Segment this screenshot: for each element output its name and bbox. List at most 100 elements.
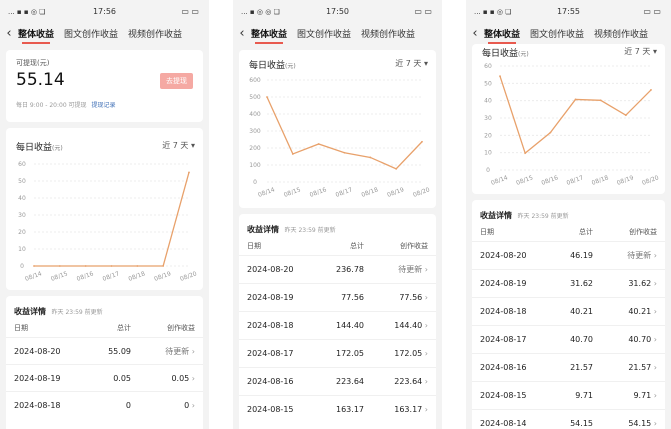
earnings-line [34,172,190,267]
date-range-select[interactable]: 近 7 天 ▾ [395,58,428,69]
row-creative-earnings: 待更新 › [398,265,428,274]
tab-video-earnings[interactable]: 视频创作收益 [128,27,182,40]
row-creative-earnings: 31.62 › [628,279,657,288]
row-total: 77.56 [341,293,364,302]
table-row[interactable]: 2024-08-19 0.05 0.05 › [6,364,203,391]
row-creative-earnings: 172.05 › [394,349,428,358]
chevron-right-icon: › [189,346,195,356]
row-date: 2024-08-16 [480,363,527,372]
x-tick-label: 08/16 [309,186,328,199]
chevron-right-icon: › [651,335,657,344]
data-point [549,131,552,134]
table-row[interactable]: 2024-08-20 55.09 待更新 › [6,337,203,364]
details-subtitle: 昨天 23:59 前更新 [284,227,336,234]
table-row[interactable]: 2024-08-19 77.56 77.56 › [239,283,436,311]
earnings-line [499,75,652,155]
chevron-right-icon: › [651,419,657,428]
table-header: 日期 总计 创作收益 [247,242,428,250]
table-row[interactable]: 2024-08-19 31.62 31.62 › [472,269,665,297]
row-date: 2024-08-20 [14,346,61,356]
chevron-right-icon: › [189,400,195,410]
data-point [84,265,87,267]
status-bar: ... ▪ ▪ ◎ ❏ 17:55 ▭ ▭ [466,0,671,22]
back-arrow-icon[interactable]: ‹ [0,26,18,41]
table-row[interactable]: 2024-08-14 54.15 54.15 › [472,409,665,429]
chevron-right-icon: › [651,251,657,260]
earnings-table: 2024-08-20 236.78 待更新 › 2024-08-19 77.56 77.5… [239,255,436,423]
data-point [58,265,61,267]
y-tick-label: 20 [484,132,492,139]
date-range-select[interactable]: 近 7 天 ▾ [162,140,195,151]
y-tick-label: 0 [253,179,257,186]
tab-article-earnings[interactable]: 图文创作收益 [297,27,351,40]
row-date: 2024-08-20 [480,251,527,260]
status-time: 17:55 [556,7,581,16]
table-row[interactable]: 2024-08-18 40.21 40.21 › [472,297,665,325]
earnings-detail-card: 收益详情 昨天 23:59 前更新 日期 总计 创作收益 2024-08-20 5… [6,296,203,429]
battery-icon: ▭ ▭ [414,7,432,16]
y-tick-label: 10 [484,150,492,157]
table-row[interactable]: 2024-08-16 223.64 223.64 › [239,367,436,395]
withdraw-button[interactable]: 去提现 [160,73,193,89]
row-creative-earnings: 40.70 › [628,335,657,344]
x-tick-label: 08/19 [386,186,405,199]
back-arrow-icon[interactable]: ‹ [233,26,251,41]
table-row[interactable]: 2024-08-18 144.40 144.40 › [239,311,436,339]
earnings-detail-card: 收益详情 昨天 23:59 前更新 日期 总计 创作收益 2024-08-20 2… [239,214,436,429]
table-row[interactable]: 2024-08-20 46.19 待更新 › [472,241,665,269]
back-arrow-icon[interactable]: ‹ [466,26,484,41]
daily-earnings-card: 每日收益(元) 近 7 天 ▾ 0 10 20 30 40 50 60 08/14 08/15 0… [6,128,203,290]
tab-video-earnings[interactable]: 视频创作收益 [361,27,415,40]
tab-video-earnings[interactable]: 视频创作收益 [594,27,648,40]
data-point [650,89,652,91]
row-date: 2024-08-18 [14,400,61,410]
data-point [499,75,501,78]
daily-earnings-card: 每日收益(元) 近 7 天 ▾ 0 10 20 30 40 50 60 08/14 08/15 0… [472,44,665,194]
data-point [266,96,268,98]
daily-earnings-chart: 0 10 20 30 40 50 60 08/14 08/15 08/16 08/17 08/18 08… [18,161,198,283]
chevron-right-icon: › [651,391,657,400]
tab-article-earnings[interactable]: 图文创作收益 [530,27,584,40]
row-date: 2024-08-17 [247,349,294,358]
table-row[interactable]: 2024-08-16 21.57 21.57 › [472,353,665,381]
tab-overall-earnings[interactable]: 整体收益 [251,27,287,44]
status-time: 17:56 [92,7,117,16]
x-tick-label: 08/14 [257,186,276,199]
x-tick-label: 08/20 [179,270,198,283]
table-row[interactable]: 2024-08-18 0 0 › [6,391,203,418]
y-tick-label: 0 [486,167,490,174]
battery-icon: ▭ ▭ [181,7,199,16]
y-tick-label: 0 [20,263,24,270]
x-tick-label: 08/15 [515,174,534,187]
chevron-right-icon: › [422,265,428,274]
y-tick-label: 30 [484,115,492,122]
details-title: 收益详情 [480,211,512,220]
x-tick-label: 08/20 [412,186,431,199]
table-row[interactable]: 2024-08-15 163.17 163.17 › [239,395,436,423]
y-tick-label: 600 [249,77,261,84]
row-creative-earnings: 9.71 › [633,391,657,400]
row-creative-earnings: 待更新 › [165,346,195,356]
chart-title: 每日收益(元) [482,49,529,59]
table-row[interactable]: 2024-08-17 40.70 40.70 › [472,325,665,353]
tab-overall-earnings[interactable]: 整体收益 [18,27,54,44]
data-point [317,143,320,145]
table-row[interactable]: 2024-08-20 236.78 待更新 › [239,255,436,283]
phone-screen-3: ... ▪ ▪ ◎ ❏ 17:55 ▭ ▭ ‹ 整体收益 图文创作收益 视频创作… [466,0,671,429]
withdraw-history-link[interactable]: 提现记录 [91,102,115,109]
chevron-right-icon: › [189,373,195,383]
data-point [162,265,165,267]
row-creative-earnings: 223.64 › [394,377,428,386]
row-total: 236.78 [336,265,364,274]
tab-article-earnings[interactable]: 图文创作收益 [64,27,118,40]
table-row[interactable]: 2024-08-15 9.71 9.71 › [472,381,665,409]
row-total: 172.05 [336,349,364,358]
data-point [110,265,113,267]
details-subtitle: 昨天 23:59 前更新 [517,213,569,220]
table-row[interactable]: 2024-08-17 172.05 172.05 › [239,339,436,367]
y-tick-label: 30 [18,212,26,219]
tab-overall-earnings[interactable]: 整体收益 [484,27,520,44]
date-range-select[interactable]: 近 7 天 ▾ [624,46,657,57]
y-tick-label: 60 [484,63,492,70]
chevron-right-icon: › [422,405,428,414]
